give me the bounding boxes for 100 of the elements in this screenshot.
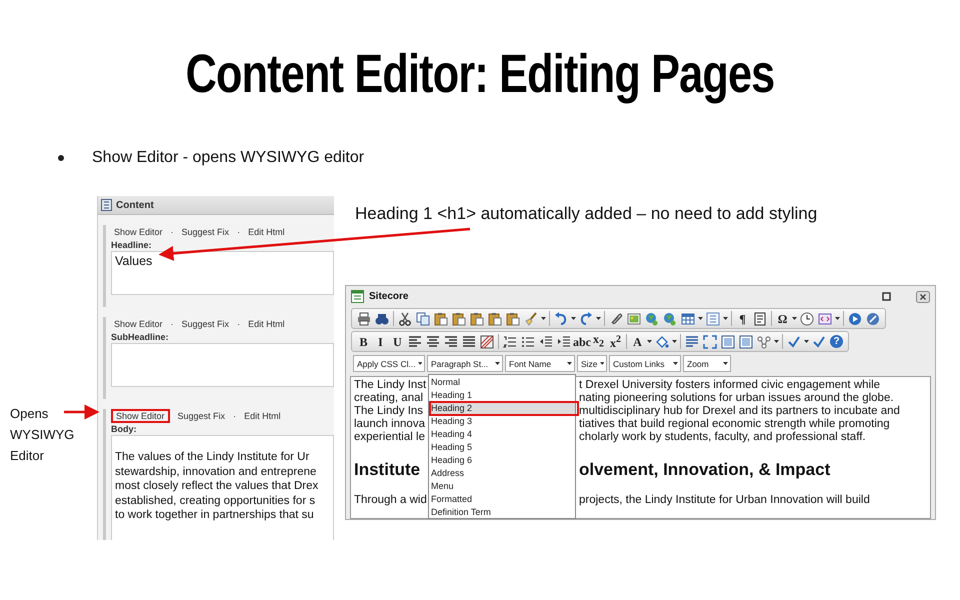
italic-button[interactable]: I <box>372 334 389 348</box>
strikethrough-button[interactable]: abc <box>573 334 590 348</box>
slash-circle-icon[interactable] <box>866 312 880 326</box>
symbol-button[interactable]: Ω <box>774 312 791 326</box>
nodes-icon[interactable] <box>757 334 771 348</box>
bold-button[interactable]: B <box>355 334 372 348</box>
help-button[interactable]: ? <box>830 335 843 348</box>
input-field[interactable] <box>111 343 334 387</box>
field-link[interactable]: Show Editor <box>111 409 170 423</box>
paragraph-text: projects, the Lindy Institute for Urban Innovation will build <box>579 494 870 507</box>
clipboard-icon[interactable] <box>506 312 520 326</box>
field-link[interactable]: Show Editor <box>111 225 166 239</box>
menu-item[interactable]: Formatted <box>429 493 575 506</box>
align-left-icon[interactable] <box>408 334 422 348</box>
numbered-list-icon[interactable] <box>503 334 517 348</box>
caret-icon[interactable] <box>418 362 422 365</box>
menu-item[interactable]: Address <box>429 467 575 480</box>
document-icon[interactable] <box>753 312 767 326</box>
menu-item[interactable]: Menu <box>429 480 575 493</box>
indent-icon[interactable] <box>557 334 571 348</box>
clipboard-icon[interactable] <box>470 312 484 326</box>
caret-icon[interactable] <box>698 317 703 320</box>
menu-item[interactable]: Heading 6 <box>429 454 575 467</box>
field-link[interactable]: Suggest Fix <box>178 317 232 331</box>
checkmark-icon[interactable] <box>787 334 801 348</box>
font-color-button[interactable]: A <box>629 334 646 348</box>
input-field[interactable]: Values <box>111 251 334 295</box>
scissors-icon[interactable] <box>398 312 412 326</box>
pilcrow-button[interactable]: ¶ <box>734 312 751 326</box>
paragraph-text: The Lindy Inst <box>354 379 428 392</box>
brush-icon[interactable] <box>524 312 538 326</box>
field-link[interactable]: Edit Html <box>241 409 284 423</box>
paperclip-icon[interactable] <box>609 312 623 326</box>
caret-icon[interactable] <box>723 362 728 365</box>
menu-item[interactable]: Normal <box>429 376 575 389</box>
caret-icon[interactable] <box>495 362 500 365</box>
caret-icon[interactable] <box>596 317 601 320</box>
subscript-button[interactable]: x$_{2}$ <box>590 332 607 352</box>
redo-icon[interactable] <box>579 312 593 326</box>
image-frame-icon[interactable] <box>739 334 753 348</box>
clipboard-icon[interactable] <box>488 312 502 326</box>
printer-icon[interactable] <box>357 312 371 326</box>
play-icon[interactable] <box>848 312 862 326</box>
maximize-icon[interactable] <box>882 292 891 301</box>
caret-icon[interactable] <box>647 340 652 343</box>
slide-title: Content Editor: Editing Pages <box>184 44 776 104</box>
dropdown[interactable]: Custom Links <box>609 355 681 372</box>
caret-icon[interactable] <box>792 317 797 320</box>
caret-icon[interactable] <box>567 362 572 365</box>
align-right-icon[interactable] <box>444 334 458 348</box>
globe-icon[interactable] <box>645 312 659 326</box>
field-link[interactable]: Edit Html <box>245 317 288 331</box>
field-text: established, creating opportunities for s <box>115 494 316 508</box>
fullscreen-icon[interactable] <box>703 334 717 348</box>
align-lines-icon[interactable] <box>685 334 699 348</box>
picture-icon[interactable] <box>627 312 641 326</box>
superscript-button[interactable]: x$^{2}$ <box>607 333 624 350</box>
dropdown[interactable]: Zoom <box>683 355 731 372</box>
caret-icon[interactable] <box>804 340 809 343</box>
field-link[interactable]: Suggest Fix <box>178 225 232 239</box>
image-frame-icon[interactable] <box>721 334 735 348</box>
clipboard-icon[interactable] <box>434 312 448 326</box>
clock-icon[interactable] <box>800 312 814 326</box>
hatched-square-icon[interactable] <box>480 334 494 348</box>
caret-icon[interactable] <box>541 317 546 320</box>
close-icon[interactable] <box>916 290 930 302</box>
field-link[interactable]: Show Editor <box>111 317 166 331</box>
align-center-icon[interactable] <box>426 334 440 348</box>
dropdown[interactable]: Font Name <box>505 355 575 372</box>
caret-icon[interactable] <box>723 317 728 320</box>
copy-icon[interactable] <box>416 312 430 326</box>
outdent-icon[interactable] <box>539 334 553 348</box>
menu-item[interactable]: Heading 1 <box>429 389 575 402</box>
window-icon[interactable] <box>818 312 832 326</box>
clipboard-icon[interactable] <box>452 312 466 326</box>
field-link[interactable]: Edit Html <box>245 225 288 239</box>
separator-dot: · <box>237 319 240 329</box>
checkmark-icon[interactable] <box>812 334 826 348</box>
justify-icon[interactable] <box>462 334 476 348</box>
input-field[interactable] <box>111 435 334 540</box>
window-icon <box>351 290 364 303</box>
caret-icon[interactable] <box>571 317 576 320</box>
undo-icon[interactable] <box>554 312 568 326</box>
caret-icon[interactable] <box>774 340 779 343</box>
menu-item[interactable]: Heading 4 <box>429 428 575 441</box>
caret-icon[interactable] <box>835 317 840 320</box>
globe-icon[interactable] <box>663 312 677 326</box>
caret-icon[interactable] <box>672 340 677 343</box>
dropdown[interactable]: Size <box>577 355 607 372</box>
field-link[interactable]: Suggest Fix <box>174 409 228 423</box>
dropdown[interactable]: Paragraph St... <box>427 355 503 372</box>
menu-item[interactable]: Heading 3 <box>429 415 575 428</box>
bullet-list-icon[interactable] <box>521 334 535 348</box>
dropdown[interactable]: Apply CSS Cl... <box>353 355 425 372</box>
table-icon[interactable] <box>681 312 695 326</box>
caret-icon[interactable] <box>673 362 678 365</box>
underline-button[interactable]: U <box>389 334 406 348</box>
caret-icon[interactable] <box>600 362 604 365</box>
menu-item[interactable]: Definition Term <box>429 506 575 519</box>
menu-item[interactable]: Heading 5 <box>429 441 575 454</box>
